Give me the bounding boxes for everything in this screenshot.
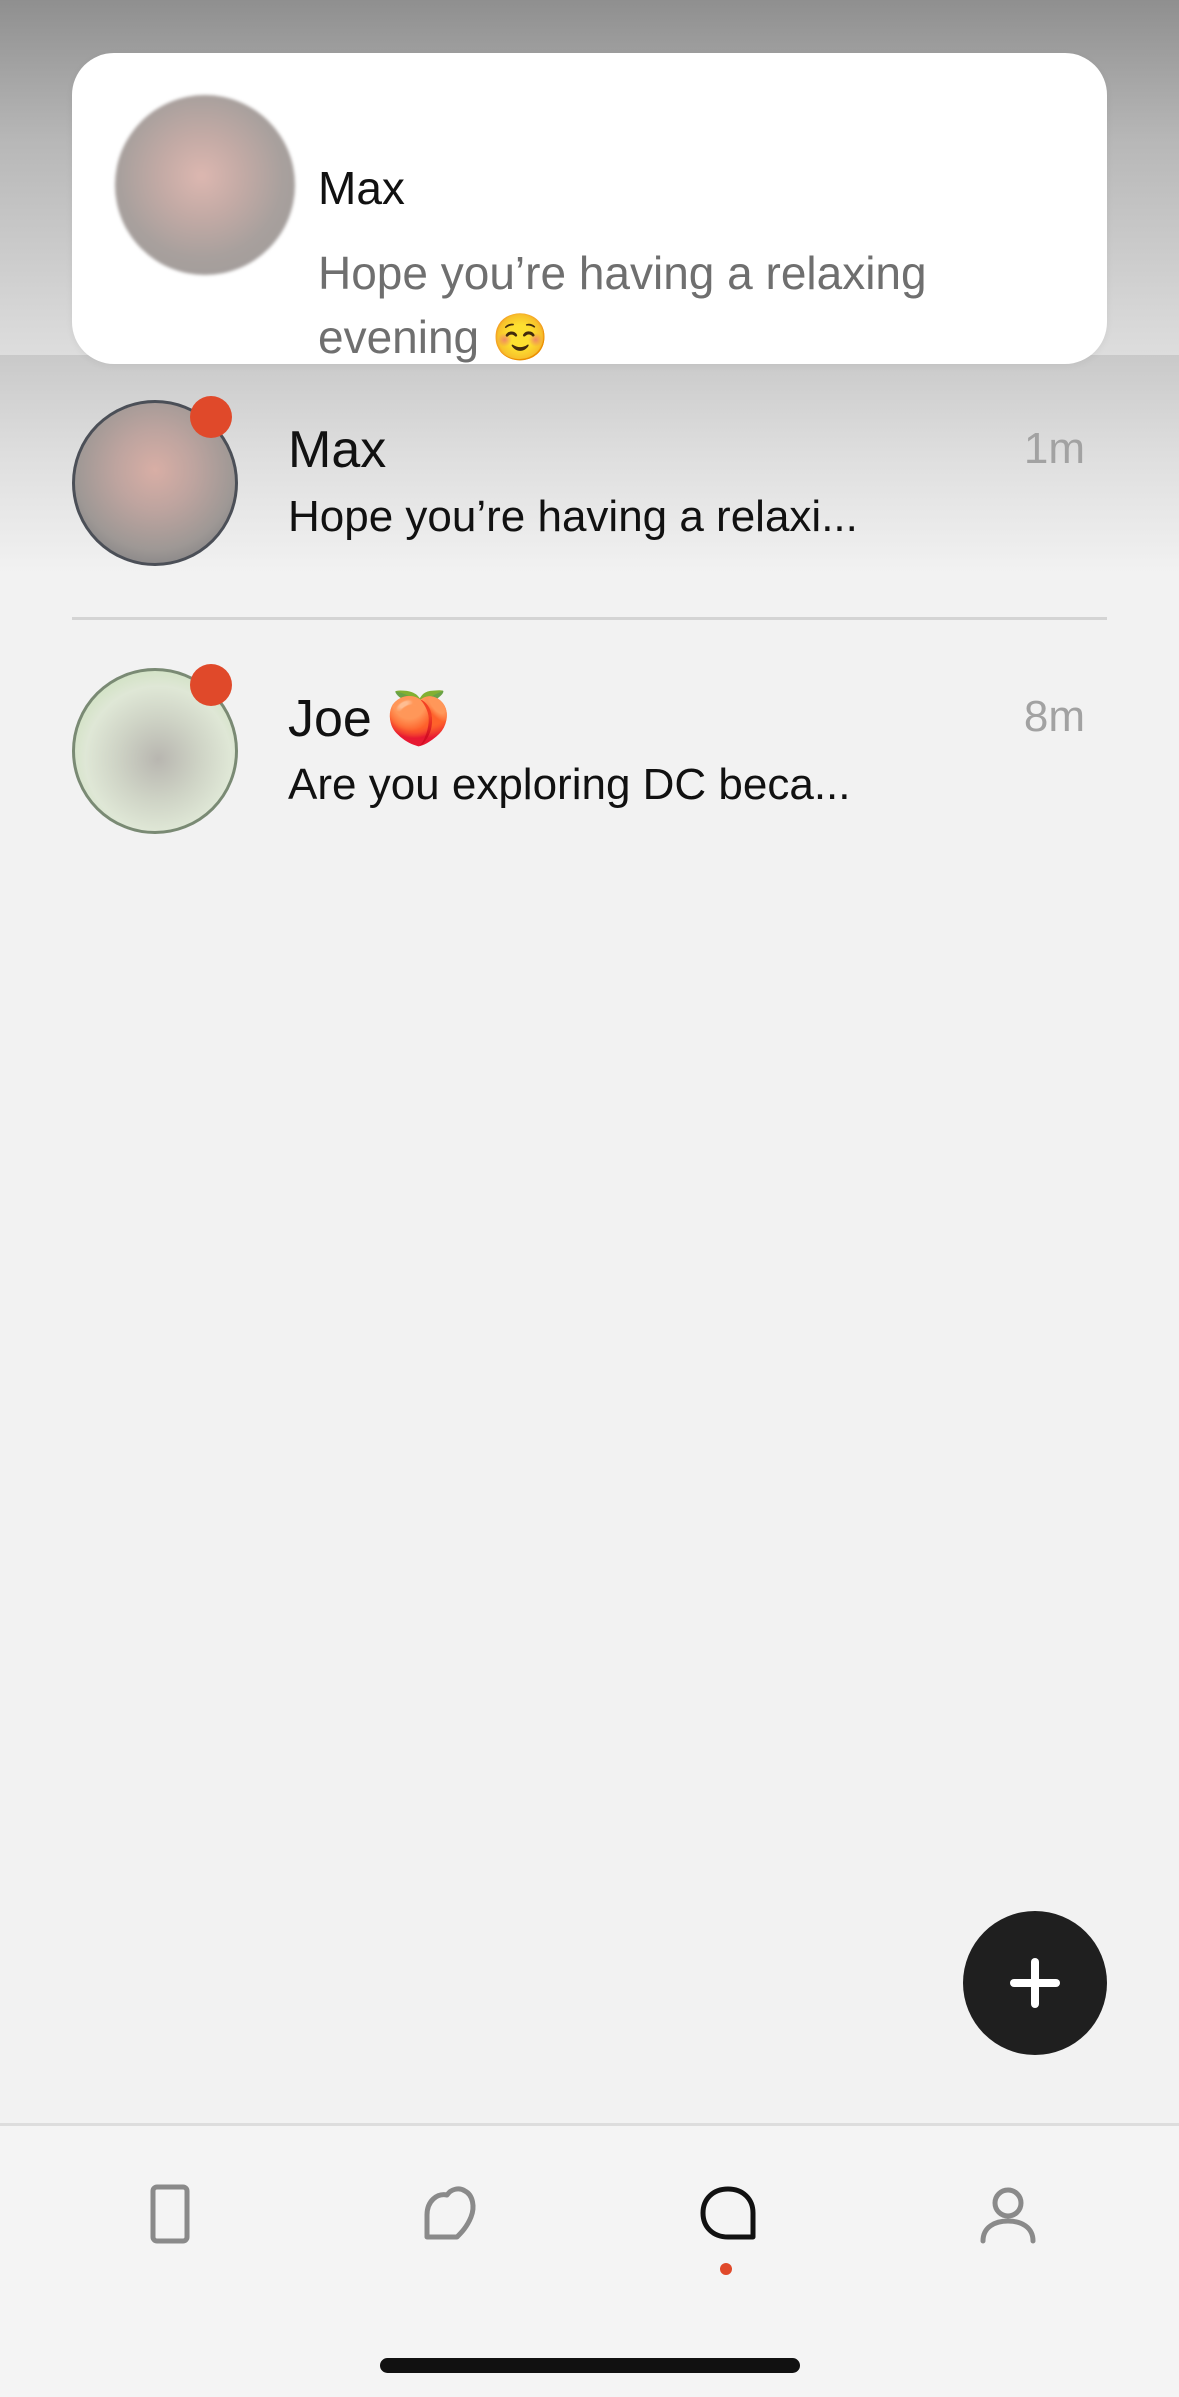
tab-profile[interactable] <box>948 2181 1068 2301</box>
heart-icon <box>424 2186 476 2240</box>
avatar <box>115 95 295 275</box>
tab-chats[interactable] <box>668 2181 788 2301</box>
home-indicator[interactable] <box>380 2358 800 2373</box>
conversation-name: Joe 🍑 <box>288 690 452 748</box>
chat-bubble-icon <box>700 2186 756 2240</box>
notification-message: Hope you’re having a relaxing evening ☺️ <box>318 247 927 363</box>
conversation-preview: Hope you’re having a relaxi... <box>288 492 858 541</box>
profile-icon <box>980 2187 1036 2244</box>
conversation-name: Max <box>288 421 387 479</box>
notification-sender: Max <box>318 162 405 214</box>
plus-icon <box>1010 1958 1060 2008</box>
message-notification-banner[interactable]: Max Hope you’re having a relaxing evenin… <box>72 53 1107 364</box>
conversation-row[interactable]: Max 1m Hope you’re having a relaxi... <box>72 396 1107 570</box>
conversation-preview: Are you exploring DC beca... <box>288 760 851 809</box>
bottom-tab-bar <box>0 2123 1179 2397</box>
card-icon <box>150 2184 190 2244</box>
tab-likes[interactable] <box>390 2181 510 2301</box>
conversation-time: 1m <box>1023 424 1085 473</box>
new-message-button[interactable] <box>963 1911 1107 2055</box>
unread-indicator <box>190 396 232 438</box>
unread-indicator <box>190 664 232 706</box>
tab-cards[interactable] <box>110 2181 230 2301</box>
active-tab-indicator <box>720 2263 732 2275</box>
divider <box>72 617 1107 620</box>
conversation-time: 8m <box>1023 692 1085 741</box>
conversation-row[interactable]: Joe 🍑 8m Are you exploring DC beca... <box>72 664 1107 838</box>
